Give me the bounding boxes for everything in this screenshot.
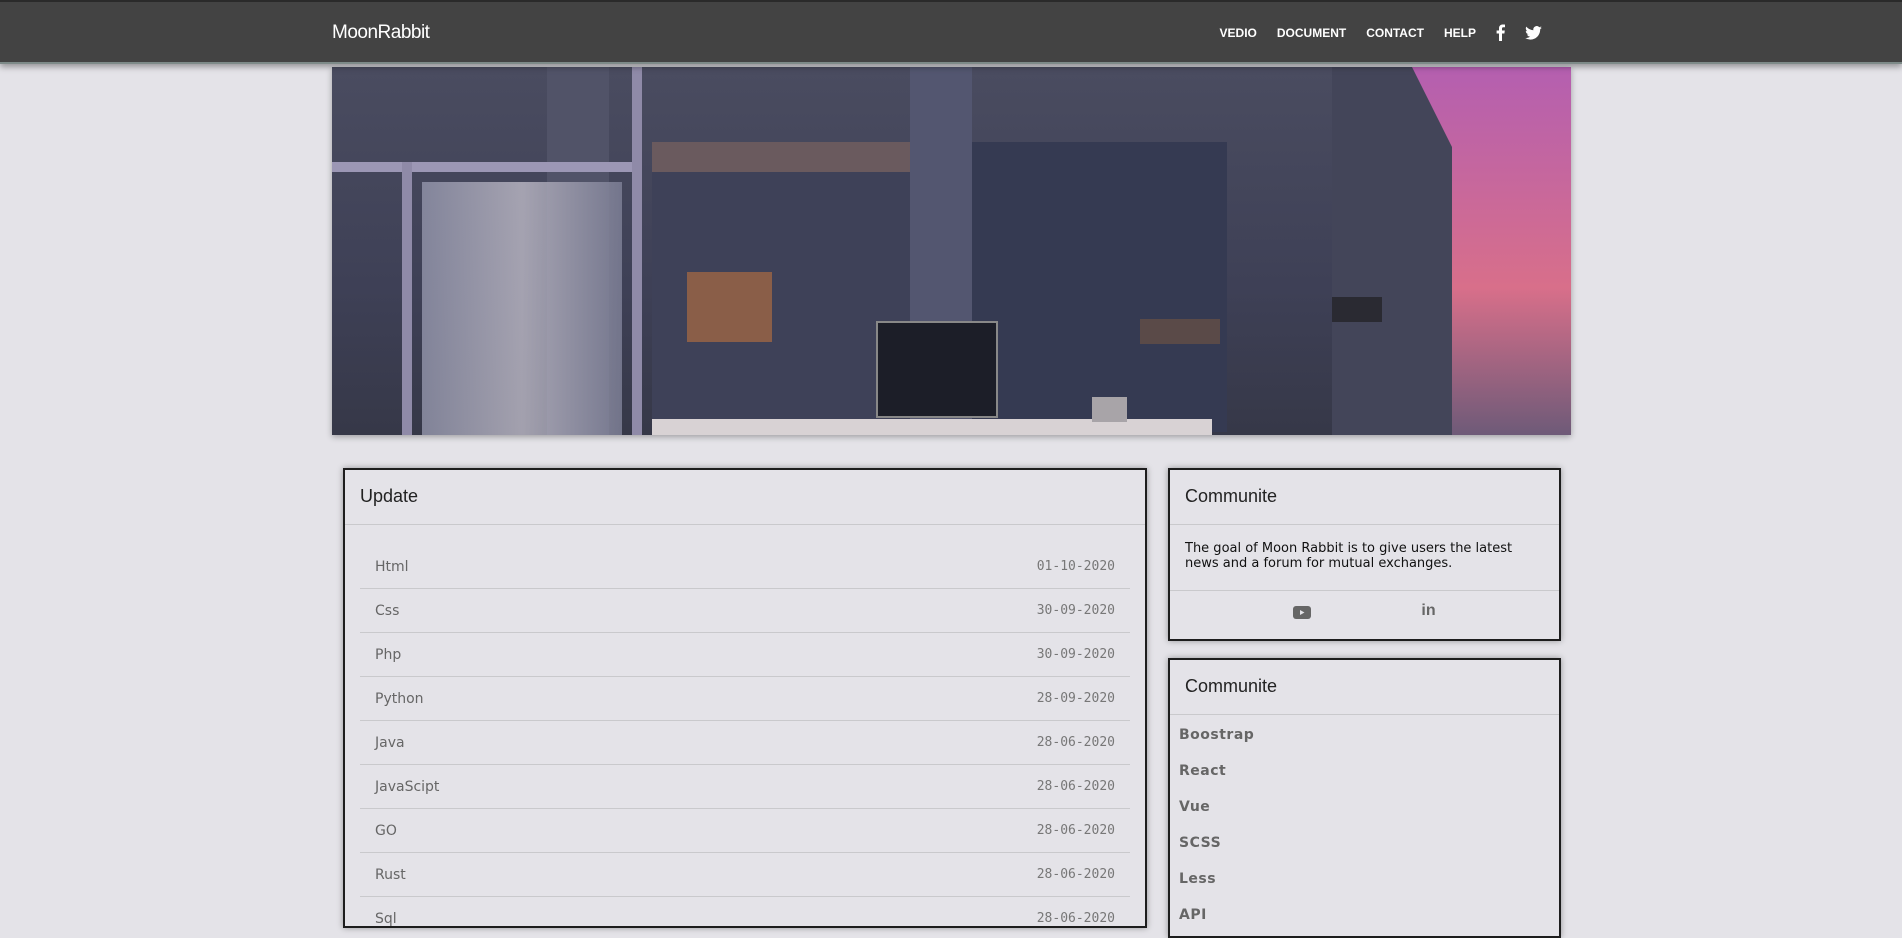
hero-illustration (332, 67, 1571, 435)
update-row[interactable]: Rust 28-06-2020 (360, 853, 1130, 897)
update-date: 28-06-2020 (1036, 867, 1115, 882)
update-row[interactable]: JavaScipt 28-06-2020 (360, 765, 1130, 809)
update-date: 01-10-2020 (1036, 559, 1115, 574)
youtube-icon[interactable] (1293, 604, 1312, 623)
community-list-card: Communite Boostrap React Vue SCSS Less API (1168, 658, 1561, 938)
update-date: 28-06-2020 (1036, 911, 1115, 926)
update-row[interactable]: Sql 28-06-2020 (360, 897, 1130, 927)
update-name: JavaScipt (375, 778, 440, 795)
update-row[interactable]: Python 28-09-2020 (360, 677, 1130, 721)
update-card: Update Html 01-10-2020 Css 30-09-2020 Php 30-… (343, 468, 1147, 928)
update-row[interactable]: GO 28-06-2020 (360, 809, 1130, 853)
community-list-item[interactable]: Boostrap (1170, 717, 1559, 753)
community-list-item[interactable]: SCSS (1170, 825, 1559, 861)
nav-link-vedio[interactable]: VEDIO (1220, 26, 1257, 40)
nav-link-contact[interactable]: CONTACT (1366, 26, 1424, 40)
update-row[interactable]: Java 28-06-2020 (360, 721, 1130, 765)
update-name: Css (375, 602, 400, 619)
community-list-item[interactable]: Vue (1170, 789, 1559, 825)
update-row[interactable]: Php 30-09-2020 (360, 633, 1130, 677)
update-name: GO (375, 822, 397, 839)
update-name: Python (375, 690, 424, 707)
update-title: Update (345, 470, 1145, 525)
top-navbar: MoonRabbit VEDIO DOCUMENT CONTACT HELP (0, 0, 1902, 64)
community-list-item[interactable]: React (1170, 753, 1559, 789)
update-row[interactable]: Css 30-09-2020 (360, 589, 1130, 633)
nav-link-help[interactable]: HELP (1444, 26, 1476, 40)
update-name: Java (375, 734, 405, 751)
update-row[interactable]: Html 01-10-2020 (360, 545, 1130, 589)
nav-link-document[interactable]: DOCUMENT (1277, 26, 1346, 40)
community-list-title: Communite (1170, 660, 1559, 715)
community-title: Communite (1170, 470, 1559, 525)
community-list-item[interactable]: API (1170, 897, 1559, 933)
update-name: Html (375, 558, 409, 575)
update-date: 28-06-2020 (1036, 779, 1115, 794)
update-date: 28-09-2020 (1036, 691, 1115, 706)
update-date: 30-09-2020 (1036, 647, 1115, 662)
community-description: The goal of Moon Rabbit is to give users… (1170, 525, 1559, 591)
update-name: Php (375, 646, 402, 663)
facebook-icon[interactable] (1496, 24, 1505, 41)
linkedin-icon[interactable]: in (1421, 603, 1435, 623)
community-card: Communite The goal of Moon Rabbit is to … (1168, 468, 1561, 641)
nav-menu: VEDIO DOCUMENT CONTACT HELP (1220, 24, 1542, 41)
update-name: Rust (375, 866, 406, 883)
community-list-item[interactable]: Less (1170, 861, 1559, 897)
update-name: Sql (375, 910, 397, 927)
brand-logo[interactable]: MoonRabbit (332, 22, 430, 44)
update-date: 28-06-2020 (1036, 823, 1115, 838)
update-date: 30-09-2020 (1036, 603, 1115, 618)
update-date: 28-06-2020 (1036, 735, 1115, 750)
twitter-icon[interactable] (1525, 25, 1542, 40)
hero-image (332, 67, 1571, 435)
